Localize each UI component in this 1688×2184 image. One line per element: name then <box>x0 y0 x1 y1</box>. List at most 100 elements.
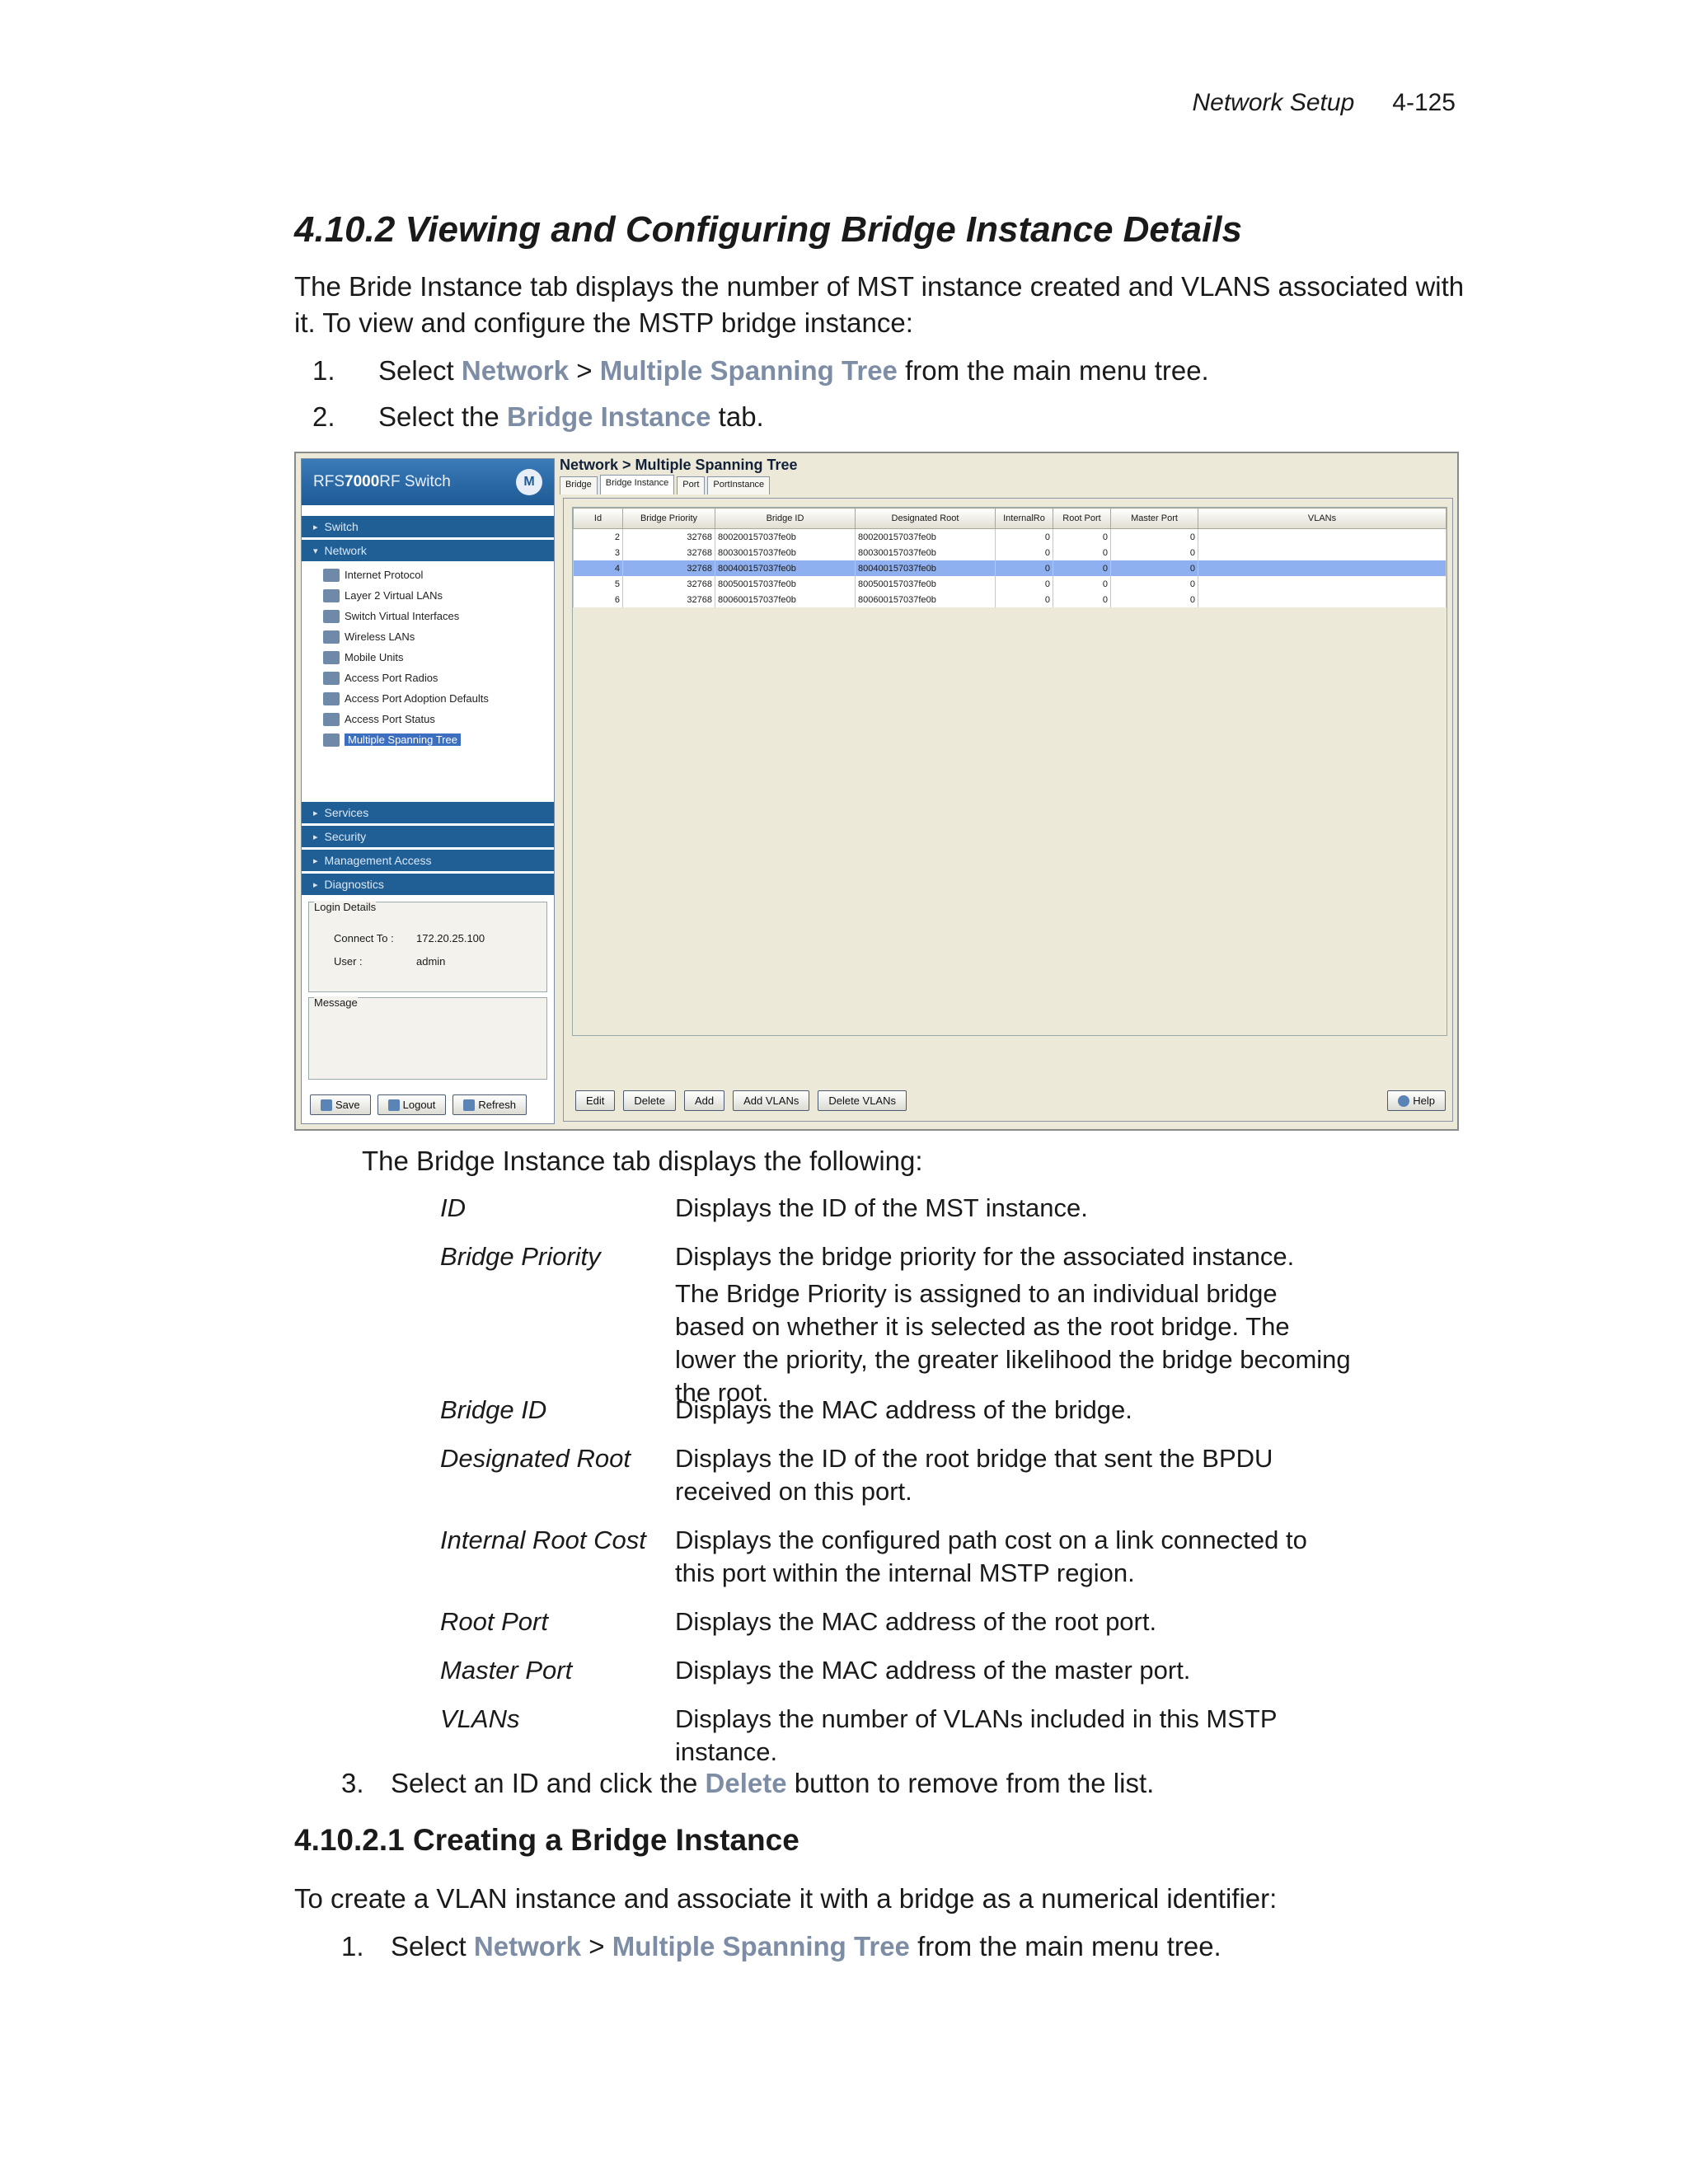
tree-label: Access Port Adoption Defaults <box>345 692 489 705</box>
step-pre: Select <box>391 1931 474 1961</box>
collapse-arrow-icon: ▾ <box>313 546 318 556</box>
tree-item-multiple-spanning-tree[interactable]: Multiple Spanning Tree <box>323 729 554 750</box>
step-number: 3. <box>341 1768 364 1798</box>
table-cell: 0 <box>1053 528 1111 545</box>
table-cell: 0 <box>995 576 1053 592</box>
tab-bridge-instance[interactable]: Bridge Instance <box>599 475 675 494</box>
delete-vlans-button[interactable]: Delete VLANs <box>818 1090 907 1111</box>
tree-label: Access Port Radios <box>345 672 438 684</box>
expand-arrow-icon: ▸ <box>313 832 318 842</box>
step-text: Select an ID and click the Delete button… <box>391 1765 1154 1802</box>
message-caption: Message <box>314 996 358 1009</box>
brand-prefix: RFS <box>313 473 345 490</box>
tree-item-access-port-status[interactable]: Access Port Status <box>323 709 554 729</box>
section-title: 4.10.2 Viewing and Configuring Bridge In… <box>294 209 1242 250</box>
spanning-tree-icon <box>323 733 340 747</box>
message-box: Message <box>308 996 547 1080</box>
step-number: 2. <box>312 401 335 432</box>
tab-port[interactable]: Port <box>677 476 706 494</box>
table-cell: 0 <box>995 528 1053 545</box>
table-cell: 32768 <box>622 560 715 576</box>
tree-item-switch-virtual-interfaces[interactable]: Switch Virtual Interfaces <box>323 606 554 626</box>
table-cell: 800600157037fe0b <box>715 592 856 607</box>
nav-management-access[interactable]: ▸ Management Access <box>302 850 554 871</box>
table-row[interactable]: 4 32768 800400157037fe0b 800400157037fe0b 0 0… <box>573 560 1447 576</box>
step-2: 2. Select the Bridge Instance tab. <box>312 399 764 435</box>
table-cell: 5 <box>573 576 623 592</box>
login-caption: Login Details <box>314 901 377 913</box>
nav-label: Management Access <box>324 854 432 867</box>
refresh-button[interactable]: Refresh <box>452 1094 527 1115</box>
col-designated-root[interactable]: Designated Root <box>855 508 996 529</box>
nav-network[interactable]: ▾ Network <box>302 540 554 561</box>
keyword-bridge-instance: Bridge Instance <box>506 401 711 432</box>
create-intro: To create a VLAN instance and associate … <box>294 1883 1278 1914</box>
nav-security[interactable]: ▸ Security <box>302 826 554 847</box>
col-root-port[interactable]: Root Port <box>1053 508 1111 529</box>
term-root-port: Root Port <box>440 1607 548 1636</box>
tree-label: Switch Virtual Interfaces <box>345 610 460 622</box>
tree-item-layer2-vlans[interactable]: Layer 2 Virtual LANs <box>323 585 554 606</box>
logout-icon <box>387 1099 400 1111</box>
tree-item-adoption-defaults[interactable]: Access Port Adoption Defaults <box>323 688 554 709</box>
delete-button[interactable]: Delete <box>623 1090 676 1111</box>
logout-button[interactable]: Logout <box>377 1094 447 1115</box>
table-row[interactable]: 2 32768 800200157037fe0b 800200157037fe0b 0 0… <box>573 528 1447 545</box>
table-cell <box>1198 545 1447 560</box>
step-number: 1. <box>341 1931 364 1961</box>
tree-item-access-port-radios[interactable]: Access Port Radios <box>323 668 554 688</box>
table-row[interactable]: 6 32768 800600157037fe0b 800600157037fe0b 0 0… <box>573 592 1447 607</box>
button-label: Help <box>1413 1094 1435 1107</box>
tree-item-internet-protocol[interactable]: Internet Protocol <box>323 565 554 585</box>
help-button[interactable]: Help <box>1387 1090 1446 1111</box>
nav-switch[interactable]: ▸ Switch <box>302 516 554 537</box>
table-cell: 800400157037fe0b <box>855 560 996 576</box>
connect-to-value: 172.20.25.100 <box>416 932 485 944</box>
step-post: tab. <box>710 401 764 432</box>
tab-port-instance[interactable]: PortInstance <box>707 476 771 494</box>
table-header-row: Id Bridge Priority Bridge ID Designated … <box>573 508 1447 529</box>
tab-panel: Id Bridge Priority Bridge ID Designated … <box>563 498 1453 1122</box>
table-cell: 4 <box>573 560 623 576</box>
table-cell: 0 <box>995 592 1053 607</box>
tab-bridge[interactable]: Bridge <box>560 476 598 494</box>
col-internal-root-cost[interactable]: InternalRo <box>995 508 1053 529</box>
step-3: 3. Select an ID and click the Delete but… <box>341 1765 1154 1802</box>
col-id[interactable]: Id <box>573 508 623 529</box>
nav-services[interactable]: ▸ Services <box>302 802 554 823</box>
add-vlans-button[interactable]: Add VLANs <box>733 1090 810 1111</box>
button-label: Refresh <box>478 1099 516 1111</box>
table-row[interactable]: 3 32768 800300157037fe0b 800300157037fe0b 0 0… <box>573 545 1447 560</box>
table-cell: 800600157037fe0b <box>855 592 996 607</box>
col-vlans[interactable]: VLANs <box>1198 508 1447 529</box>
nav-diagnostics[interactable]: ▸ Diagnostics <box>302 874 554 895</box>
help-icon <box>1398 1094 1410 1107</box>
tree-item-mobile-units[interactable]: Mobile Units <box>323 647 554 668</box>
table-row[interactable]: 5 32768 800500157037fe0b 800500157037fe0b 0 0… <box>573 576 1447 592</box>
def-bridge-priority-detail: The Bridge Priority is assigned to an in… <box>675 1279 1351 1407</box>
tree-item-wireless-lans[interactable]: Wireless LANs <box>323 626 554 647</box>
def-internal-root-cost: Displays the configured path cost on a l… <box>675 1526 1307 1587</box>
vlan-icon <box>323 588 340 602</box>
displays-intro: The Bridge Instance tab displays the fol… <box>362 1146 923 1176</box>
keyword-network: Network <box>461 355 570 386</box>
create-step-1: 1. Select Network > Multiple Spanning Tr… <box>341 1929 1221 1965</box>
save-button[interactable]: Save <box>310 1094 371 1115</box>
subsection-title: 4.10.2.1 Creating a Bridge Instance <box>294 1823 799 1857</box>
col-bridge-id[interactable]: Bridge ID <box>715 508 856 529</box>
col-master-port[interactable]: Master Port <box>1110 508 1198 529</box>
table-cell: 3 <box>573 545 623 560</box>
table-button-bar: Edit Delete Add Add VLANs Delete VLANs <box>575 1090 907 1111</box>
intro-paragraph: The Bride Instance tab displays the numb… <box>294 271 1465 338</box>
col-bridge-priority[interactable]: Bridge Priority <box>622 508 715 529</box>
login-details: Login Details Connect To : 172.20.25.100… <box>308 901 547 992</box>
brand-model: 7000 <box>345 473 380 490</box>
add-button[interactable]: Add <box>683 1090 725 1111</box>
def-master-port: Displays the MAC address of the master p… <box>675 1656 1191 1685</box>
term-id: ID <box>440 1193 466 1222</box>
refresh-icon <box>463 1099 476 1111</box>
nav-label: Security <box>324 830 367 843</box>
edit-button[interactable]: Edit <box>575 1090 616 1111</box>
screen-title: Network > Multiple Spanning Tree <box>560 457 798 473</box>
table-cell: 32768 <box>622 528 715 545</box>
